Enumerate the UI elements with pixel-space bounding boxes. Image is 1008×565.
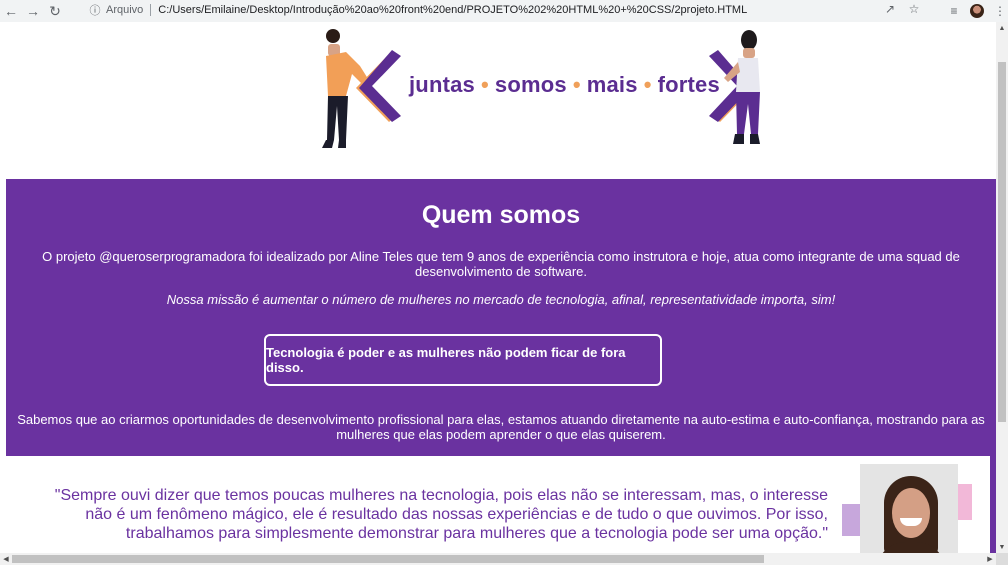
kebab-menu-icon[interactable]: ⋮ xyxy=(992,3,1008,19)
left-chevron xyxy=(356,50,401,122)
banner-slogan: juntas • somos • mais • fortes xyxy=(409,72,720,98)
photo-decoration-left xyxy=(842,504,862,536)
horizontal-scrollbar[interactable]: ◀ ▶ xyxy=(0,553,996,565)
section-title: Quem somos xyxy=(421,201,581,229)
horizontal-scroll-thumb[interactable] xyxy=(12,555,764,563)
address-divider xyxy=(150,3,152,16)
right-woman-figure xyxy=(724,30,760,144)
scroll-left-icon[interactable]: ◀ xyxy=(0,553,12,565)
scroll-right-icon[interactable]: ▶ xyxy=(984,553,996,565)
profile-avatar[interactable] xyxy=(970,4,984,18)
share-icon[interactable]: ↗ xyxy=(882,1,898,17)
vertical-scrollbar[interactable]: ▲ ▼ xyxy=(996,22,1008,553)
testimonial-card: "Sempre ouvi dizer que temos poucas mulh… xyxy=(6,456,990,553)
header-banner: juntas • somos • mais • fortes xyxy=(6,22,996,179)
reload-icon[interactable]: ↻ xyxy=(44,0,66,22)
slogan-dot: • xyxy=(481,72,489,97)
secondary-paragraph: Sabemos que ao criarmos oportunidades de… xyxy=(17,412,985,442)
slogan-word: fortes xyxy=(657,72,720,97)
highlight-text: Tecnologia é poder e as mulheres não pod… xyxy=(266,345,626,375)
scroll-down-icon[interactable]: ▼ xyxy=(996,541,1008,553)
forward-arrow-icon[interactable]: → xyxy=(22,0,44,22)
star-icon[interactable]: ☆ xyxy=(906,1,922,17)
back-arrow-icon[interactable]: ← xyxy=(0,0,22,22)
slogan-word: mais xyxy=(586,72,638,97)
banner-illustration xyxy=(322,29,760,148)
testimonial-quote: "Sempre ouvi dizer que temos poucas mulh… xyxy=(54,487,828,542)
page-viewport: juntas • somos • mais • fortes Quem somos O pr… xyxy=(0,22,996,553)
browser-toolbar: ← → ↻ ⓘ Arquivo C:/Users/Emilaine/Deskto… xyxy=(0,0,1008,22)
photo-decoration-right xyxy=(956,484,972,520)
avatar xyxy=(860,464,958,553)
slogan-dot: • xyxy=(572,72,581,97)
vertical-scroll-thumb[interactable] xyxy=(998,62,1006,422)
highlight-box: Tecnologia é poder e as mulheres não pod… xyxy=(264,334,662,386)
slogan-word: juntas xyxy=(409,72,475,97)
slogan-word: somos xyxy=(494,72,567,97)
info-icon[interactable]: ⓘ xyxy=(86,1,104,19)
mission-paragraph: Nossa missão é aumentar o número de mulh… xyxy=(166,292,836,307)
address-url[interactable]: C:/Users/Emilaine/Desktop/Introdução%20a… xyxy=(158,4,747,16)
testimonial-photo xyxy=(842,464,976,553)
reading-list-icon[interactable]: ≡ xyxy=(946,3,962,19)
intro-paragraph: O projeto @queroserprogramadora foi idea… xyxy=(42,249,960,279)
address-prefix: Arquivo xyxy=(106,3,144,16)
slogan-dot: • xyxy=(643,72,652,97)
scroll-up-icon[interactable]: ▲ xyxy=(996,22,1008,34)
address-bar[interactable]: ⓘ Arquivo C:/Users/Emilaine/Desktop/Intr… xyxy=(80,0,928,19)
scrollbar-corner xyxy=(996,553,1008,565)
